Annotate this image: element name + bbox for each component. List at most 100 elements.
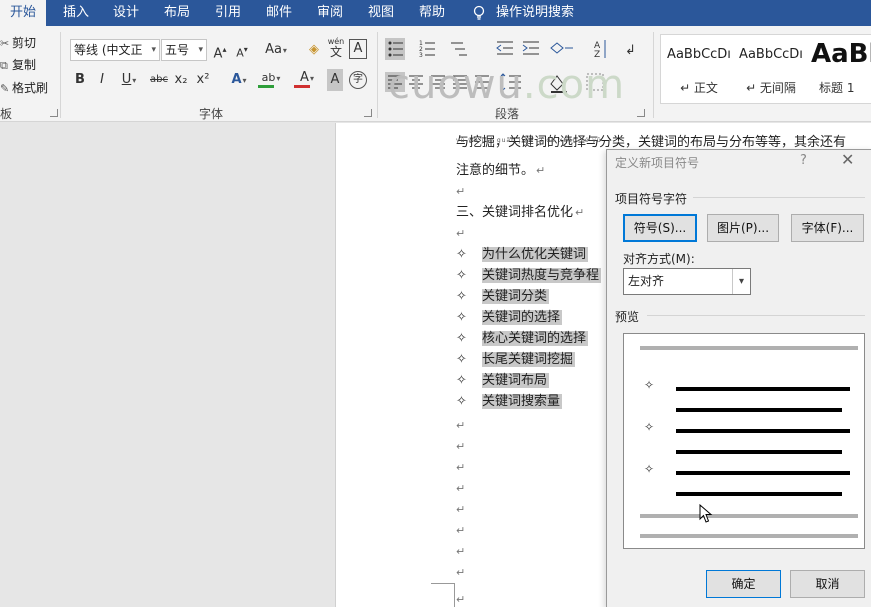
grow-font-button[interactable]: A▴ bbox=[211, 39, 229, 61]
list-item-text: 关键词搜索量 bbox=[482, 394, 563, 409]
cut-button[interactable]: ✂ 剪切 bbox=[0, 34, 36, 52]
character-shading-button[interactable]: A bbox=[327, 69, 343, 91]
font-color-swatch bbox=[294, 85, 310, 88]
paragraph-mark: ↵ bbox=[456, 482, 466, 495]
font-name-combo[interactable]: 等线 (中文正 ▾ bbox=[70, 39, 160, 61]
increase-indent-icon[interactable] bbox=[522, 41, 539, 55]
tell-me-search[interactable]: 操作说明搜索 bbox=[496, 0, 576, 26]
copy-icon: ⧉ bbox=[0, 59, 8, 72]
highlight-color-button[interactable]: ab▾ bbox=[256, 67, 286, 89]
format-painter-button[interactable]: ✎ 格式刷 bbox=[0, 79, 48, 97]
watermark-main: cuowu bbox=[388, 62, 523, 108]
tab-review[interactable]: 审阅 bbox=[308, 0, 352, 26]
list-item: ✧ 关键词热度与竞争程 bbox=[456, 266, 602, 286]
preview-bullet-icon: ✧ bbox=[644, 420, 655, 434]
clipboard-group-label: 板 bbox=[0, 107, 13, 121]
underline-glyph: U bbox=[121, 72, 132, 87]
enclose-characters-button[interactable]: 字 bbox=[349, 71, 367, 89]
font-size-value: 五号 bbox=[165, 43, 190, 57]
paragraph-mark: ↵ bbox=[536, 164, 546, 177]
styles-gallery: AaBbCcDı ↵ 正文 AaBbCcDı ↵ 无间隔 AaBl 标题 1 bbox=[660, 34, 871, 104]
lightbulb-icon[interactable] bbox=[472, 5, 486, 21]
alignment-select[interactable]: 左对齐 ▾ bbox=[623, 268, 751, 295]
font-color-button[interactable]: A▾ bbox=[292, 67, 322, 89]
sort-icon[interactable]: AZ bbox=[594, 40, 606, 60]
bullet-icon: ✧ bbox=[456, 394, 467, 409]
preview-line bbox=[676, 408, 842, 412]
text-effects-button[interactable]: A▾ bbox=[226, 69, 252, 91]
svg-text:Z: Z bbox=[594, 50, 600, 60]
scissors-icon: ✂ bbox=[0, 37, 10, 50]
style-normal[interactable]: AaBbCcDı ↵ 正文 bbox=[663, 35, 735, 103]
shrink-font-button[interactable]: A▾ bbox=[233, 39, 251, 61]
list-item-text: 核心关键词的选择 bbox=[482, 331, 589, 346]
decrease-indent-icon[interactable] bbox=[496, 41, 513, 55]
bullet-preview: ✧ ✧ ✧ bbox=[623, 333, 865, 549]
show-marks-icon[interactable]: ↲ bbox=[625, 43, 636, 58]
clipboard-launcher-icon[interactable] bbox=[50, 109, 58, 117]
list-item: ✧ 长尾关键词挖掘 bbox=[456, 350, 576, 370]
tab-insert[interactable]: 插入 bbox=[54, 0, 98, 26]
bold-button[interactable]: B bbox=[72, 69, 88, 91]
font-launcher-icon[interactable] bbox=[364, 109, 372, 117]
tab-layout[interactable]: 布局 bbox=[155, 0, 199, 26]
svg-text:↲: ↲ bbox=[625, 43, 636, 58]
underline-button[interactable]: U▾ bbox=[116, 69, 142, 91]
ok-button[interactable]: 确定 bbox=[706, 570, 781, 598]
subscript-button[interactable]: x₂ bbox=[172, 69, 190, 91]
preview-section: 预览 bbox=[615, 310, 640, 324]
cut-label: 剪切 bbox=[12, 36, 37, 50]
change-case-button[interactable]: Aa▾ bbox=[259, 39, 293, 61]
doc-line: 注意的细节。 ↵ bbox=[456, 161, 545, 181]
preview-line-gray bbox=[640, 514, 858, 518]
multilevel-list-icon[interactable] bbox=[451, 42, 467, 56]
paragraph-mark: ↵ bbox=[456, 524, 466, 537]
copy-button[interactable]: ⧉ 复制 bbox=[0, 56, 36, 74]
phonetic-guide-char: 文 bbox=[329, 45, 342, 59]
paragraph-mark: ↵ bbox=[456, 566, 466, 579]
bullets-icon[interactable] bbox=[385, 38, 405, 60]
tab-view[interactable]: 视图 bbox=[359, 0, 403, 26]
phonetic-guide-button[interactable]: wén 文 bbox=[326, 36, 346, 64]
character-border-button[interactable]: A bbox=[349, 39, 367, 59]
list-item: ✧ 关键词搜索量 bbox=[456, 392, 563, 412]
paragraph-mark: ↵ bbox=[456, 461, 466, 474]
preview-bullet-icon: ✧ bbox=[644, 462, 655, 476]
tab-design[interactable]: 设计 bbox=[104, 0, 148, 26]
highlight-glyph: ab bbox=[261, 71, 276, 84]
italic-button[interactable]: I bbox=[94, 69, 110, 91]
chevron-down-icon: ▾ bbox=[198, 45, 203, 55]
tab-references[interactable]: 引用 bbox=[206, 0, 250, 26]
tab-mailings[interactable]: 邮件 bbox=[257, 0, 301, 26]
help-icon[interactable]: ? bbox=[800, 153, 807, 168]
preview-bullet-icon: ✧ bbox=[644, 378, 655, 392]
tab-home[interactable]: 开始 bbox=[0, 0, 46, 26]
paragraph-launcher-icon[interactable] bbox=[637, 109, 645, 117]
style-no-spacing[interactable]: AaBbCcDı ↵ 无间隔 bbox=[735, 35, 807, 103]
list-item: ✧ 核心关键词的选择 bbox=[456, 329, 589, 349]
strikethrough-button[interactable]: abc bbox=[148, 69, 170, 91]
list-item-text: 为什么优化关键词 bbox=[482, 247, 589, 262]
paragraph-mark: ↵ bbox=[456, 419, 466, 432]
close-icon[interactable]: ✕ bbox=[841, 150, 854, 169]
style-name: 标题 1 bbox=[819, 81, 855, 95]
bullet-icon: ✧ bbox=[456, 289, 467, 304]
superscript-button[interactable]: x² bbox=[194, 69, 212, 91]
symbol-button[interactable]: 符号(S)... bbox=[623, 214, 697, 242]
picture-button[interactable]: 图片(P)... bbox=[707, 214, 779, 242]
font-size-combo[interactable]: 五号 ▾ bbox=[161, 39, 207, 61]
cancel-button[interactable]: 取消 bbox=[790, 570, 865, 598]
font-button[interactable]: 字体(F)... bbox=[791, 214, 864, 242]
style-heading-1[interactable]: AaBl 标题 1 bbox=[807, 35, 871, 103]
numbering-icon[interactable]: 123 bbox=[419, 40, 435, 59]
copy-label: 复制 bbox=[12, 58, 37, 72]
style-sample: AaBbCcDı bbox=[667, 47, 731, 62]
tab-help[interactable]: 帮助 bbox=[410, 0, 454, 26]
chinese-layout-icon[interactable] bbox=[550, 42, 573, 54]
clear-formatting-icon[interactable]: ◈ bbox=[305, 39, 323, 61]
preview-line-gray bbox=[640, 346, 858, 350]
group-divider bbox=[377, 32, 378, 118]
bullet-character-section: 项目符号字符 bbox=[615, 192, 688, 206]
alignment-label: 对齐方式(M): bbox=[623, 252, 695, 266]
list-item: ✧ 关键词的选择 bbox=[456, 308, 563, 328]
